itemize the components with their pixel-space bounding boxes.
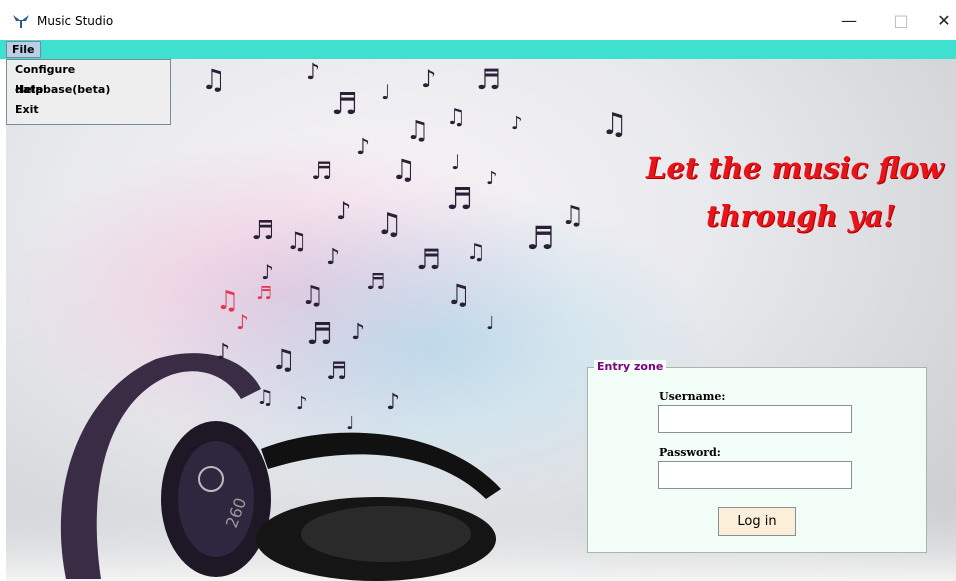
- svg-text:♫: ♫: [601, 107, 628, 142]
- menu-item-exit[interactable]: Exit: [7, 100, 170, 120]
- svg-text:♫: ♫: [201, 63, 226, 96]
- svg-text:♩: ♩: [346, 413, 355, 434]
- svg-text:♩: ♩: [451, 150, 460, 174]
- svg-text:♬: ♬: [366, 270, 386, 295]
- svg-text:♬: ♬: [476, 63, 501, 96]
- svg-text:♬: ♬: [256, 283, 272, 304]
- menu-item-configure-database[interactable]: Configure database(beta): [7, 60, 170, 96]
- svg-text:♬: ♬: [446, 182, 473, 217]
- svg-text:♬: ♬: [526, 219, 555, 257]
- svg-text:♬: ♬: [326, 357, 348, 385]
- svg-text:♬: ♬: [416, 243, 441, 276]
- svg-text:♫: ♫: [391, 153, 416, 186]
- svg-text:♫: ♫: [406, 116, 429, 146]
- file-menu[interactable]: File: [6, 41, 41, 58]
- svg-text:♪: ♪: [351, 320, 365, 345]
- menu-bar: [0, 40, 956, 59]
- minimize-button[interactable]: —: [826, 0, 872, 40]
- close-button[interactable]: ✕: [921, 0, 956, 40]
- svg-text:♪: ♪: [306, 60, 320, 85]
- password-input[interactable]: [658, 461, 852, 489]
- svg-text:♪: ♪: [386, 390, 400, 415]
- svg-text:♩: ♩: [486, 313, 495, 334]
- window-title: Music Studio: [37, 14, 114, 28]
- svg-text:♬: ♬: [251, 216, 274, 246]
- svg-text:♫: ♫: [301, 281, 324, 311]
- svg-text:♫: ♫: [376, 207, 403, 242]
- title-bar: Music Studio — □ ✕: [0, 0, 956, 40]
- svg-text:♫: ♫: [561, 201, 584, 231]
- username-input[interactable]: [658, 405, 852, 433]
- svg-text:♪: ♪: [326, 245, 340, 270]
- svg-text:♫: ♫: [271, 343, 296, 376]
- svg-text:♪: ♪: [216, 340, 230, 365]
- file-dropdown: Configure database(beta) Help Exit: [6, 59, 171, 125]
- svg-text:♫: ♫: [286, 227, 308, 255]
- svg-text:♪: ♪: [486, 168, 498, 189]
- svg-text:♩: ♩: [381, 80, 390, 104]
- slogan-line-1: Let the music flow: [646, 151, 944, 185]
- svg-text:♪: ♪: [261, 260, 274, 284]
- svg-text:♫: ♫: [466, 240, 486, 265]
- svg-text:♫: ♫: [446, 105, 466, 130]
- svg-text:♫: ♫: [256, 385, 274, 409]
- entry-zone-panel: Entry zone Username: Password: Log in: [587, 360, 927, 553]
- svg-text:♫: ♫: [446, 278, 471, 311]
- svg-text:♪: ♪: [336, 197, 351, 225]
- svg-text:♪: ♪: [511, 113, 523, 134]
- svg-text:♪: ♪: [356, 135, 370, 160]
- slogan-line-2: through ya!: [706, 199, 897, 233]
- username-label: Username:: [659, 390, 726, 403]
- svg-text:♬: ♬: [311, 157, 333, 185]
- login-button[interactable]: Log in: [718, 507, 796, 536]
- svg-text:♬: ♬: [331, 87, 358, 122]
- svg-text:♪: ♪: [296, 393, 308, 414]
- app-logo-icon: [13, 15, 29, 28]
- password-label: Password:: [659, 446, 721, 459]
- svg-text:♬: ♬: [306, 317, 333, 352]
- svg-text:♪: ♪: [236, 310, 249, 334]
- maximize-button[interactable]: □: [878, 0, 924, 40]
- svg-text:♪: ♪: [421, 65, 436, 93]
- entry-zone-legend: Entry zone: [594, 360, 667, 373]
